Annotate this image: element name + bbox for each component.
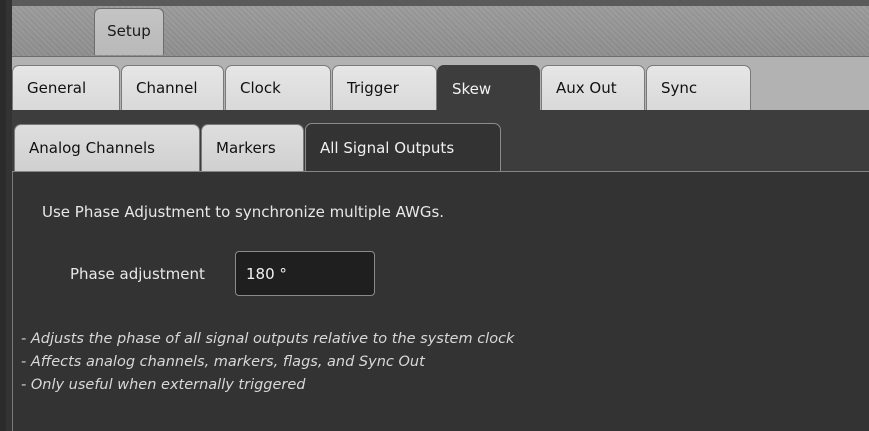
phase-adjustment-label: Phase adjustment xyxy=(70,265,205,283)
tab-trigger-label: Trigger xyxy=(347,79,399,97)
top-tab-strip: Setup xyxy=(12,0,869,57)
subtab-analog-channels-label: Analog Channels xyxy=(29,139,155,157)
tab-sync-label: Sync xyxy=(661,79,698,97)
subtab-all-signal-outputs[interactable]: All Signal Outputs xyxy=(305,123,501,171)
panel-left-border xyxy=(12,172,13,431)
tab-setup-label: Setup xyxy=(107,22,151,40)
tab-aux-out-label: Aux Out xyxy=(556,79,617,97)
subtab-markers[interactable]: Markers xyxy=(201,124,304,171)
tab-sync[interactable]: Sync xyxy=(646,65,751,110)
tab-channel-label: Channel xyxy=(136,79,198,97)
main-tab-bar: General Channel Clock Trigger Skew Aux O… xyxy=(12,57,869,112)
tab-general-label: General xyxy=(27,79,87,97)
intro-text: Use Phase Adjustment to synchronize mult… xyxy=(42,203,445,221)
sub-tab-bar: Analog Channels Markers All Signal Outpu… xyxy=(12,110,869,172)
setup-window: Setup General Channel Clock Trigger Skew… xyxy=(0,0,869,431)
note-line: - Only useful when externally triggered xyxy=(21,377,306,393)
subtab-markers-label: Markers xyxy=(216,139,276,157)
tab-clock[interactable]: Clock xyxy=(225,65,331,110)
all-signal-outputs-panel: Use Phase Adjustment to synchronize mult… xyxy=(12,172,869,431)
note-line: - Affects analog channels, markers, flag… xyxy=(21,354,425,370)
subtab-all-signal-outputs-label: All Signal Outputs xyxy=(320,138,455,157)
tab-skew[interactable]: Skew xyxy=(437,65,540,112)
tab-trigger[interactable]: Trigger xyxy=(332,65,437,110)
top-strip-edge xyxy=(12,0,869,6)
note-line: - Adjusts the phase of all signal output… xyxy=(21,331,515,347)
notes-list: - Adjusts the phase of all signal output… xyxy=(21,328,514,397)
subtab-analog-channels[interactable]: Analog Channels xyxy=(14,124,200,171)
tab-aux-out[interactable]: Aux Out xyxy=(541,65,645,110)
tab-general[interactable]: General xyxy=(12,65,120,110)
tab-clock-label: Clock xyxy=(240,79,281,97)
tab-channel[interactable]: Channel xyxy=(121,65,224,110)
tab-setup[interactable]: Setup xyxy=(94,8,164,55)
phase-adjustment-input[interactable] xyxy=(235,251,375,296)
tab-skew-label: Skew xyxy=(452,80,492,98)
